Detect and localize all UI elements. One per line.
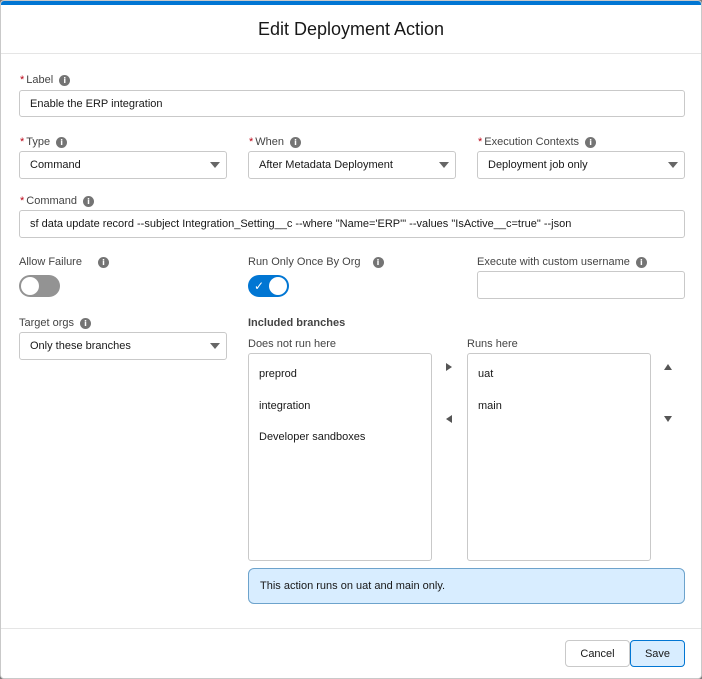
chevron-down-icon: [439, 162, 449, 168]
list-item[interactable]: uat: [478, 368, 493, 380]
branches-notice: This action runs on uat and main only.: [248, 568, 685, 604]
info-icon[interactable]: i: [56, 136, 68, 148]
checkmark-icon: ✓: [254, 279, 265, 293]
when-select-value: After Metadata Deployment: [259, 159, 393, 171]
info-icon[interactable]: i: [372, 256, 384, 268]
modal-header: Edit Deployment Action: [1, 5, 701, 54]
list-item[interactable]: preprod: [259, 368, 297, 380]
command-field-text: Command: [26, 195, 78, 207]
type-select-value: Command: [30, 159, 81, 171]
run-only-once-toggle[interactable]: ✓: [248, 275, 289, 297]
target-orgs-text: Target orgs: [19, 317, 75, 329]
chevron-down-icon: [210, 343, 220, 349]
target-orgs-label: Target orgs i: [19, 317, 92, 329]
selected-list-label: Runs here: [467, 338, 518, 350]
toggle-knob: [21, 277, 39, 295]
required-marker: *: [20, 136, 25, 148]
cancel-button[interactable]: Cancel: [565, 640, 630, 667]
save-button[interactable]: Save: [630, 640, 685, 667]
execution-contexts-field-text: Execution Contexts: [484, 136, 580, 148]
run-only-once-label: Run Only Once By Org i: [248, 256, 384, 268]
list-item[interactable]: Developer sandboxes: [259, 431, 365, 443]
info-icon[interactable]: i: [290, 136, 302, 148]
allow-failure-label: Allow Failure i: [19, 256, 109, 268]
modal-title: Edit Deployment Action: [257, 18, 445, 39]
info-icon[interactable]: i: [97, 256, 109, 268]
required-marker: *: [20, 74, 25, 86]
when-field-text: When: [255, 136, 285, 148]
run-only-once-text: Run Only Once By Org: [248, 256, 361, 268]
list-item[interactable]: integration: [259, 400, 310, 412]
move-down-icon[interactable]: [664, 416, 672, 422]
command-input[interactable]: sf data update record --subject Integrat…: [19, 210, 685, 238]
modal-footer: Cancel Save: [1, 628, 701, 678]
required-marker: *: [249, 136, 254, 148]
execution-contexts-field-label: * Execution Contexts i: [478, 136, 597, 148]
available-branches-listbox[interactable]: preprod integration Developer sandboxes: [248, 353, 432, 561]
label-field-label: * Label i: [20, 74, 71, 86]
type-select[interactable]: Command: [19, 151, 227, 179]
toggle-knob: [269, 277, 287, 295]
available-list-label: Does not run here: [248, 338, 337, 350]
required-marker: *: [478, 136, 483, 148]
allow-failure-text: Allow Failure: [19, 256, 82, 268]
move-right-icon[interactable]: [446, 363, 452, 371]
required-marker: *: [20, 195, 25, 207]
label-field-text: Label: [26, 74, 54, 86]
info-icon[interactable]: i: [80, 317, 92, 329]
execution-contexts-select[interactable]: Deployment job only: [477, 151, 685, 179]
target-orgs-select[interactable]: Only these branches: [19, 332, 227, 360]
info-icon[interactable]: i: [59, 74, 71, 86]
included-branches-heading: Included branches: [248, 317, 346, 329]
custom-username-label: Execute with custom username i: [477, 256, 647, 268]
info-icon[interactable]: i: [635, 256, 647, 268]
when-select[interactable]: After Metadata Deployment: [248, 151, 456, 179]
move-up-icon[interactable]: [664, 364, 672, 370]
label-input[interactable]: Enable the ERP integration: [19, 90, 685, 117]
custom-username-input[interactable]: [477, 271, 685, 299]
selected-branches-listbox[interactable]: uat main: [467, 353, 651, 561]
chevron-down-icon: [210, 162, 220, 168]
chevron-down-icon: [668, 162, 678, 168]
execution-contexts-select-value: Deployment job only: [488, 159, 588, 171]
allow-failure-toggle[interactable]: [19, 275, 60, 297]
info-icon[interactable]: i: [83, 195, 95, 207]
target-orgs-select-value: Only these branches: [30, 340, 131, 352]
when-field-label: * When i: [249, 136, 302, 148]
list-item[interactable]: main: [478, 400, 502, 412]
edit-deployment-action-modal: Edit Deployment Action * Label i Enable …: [0, 0, 702, 679]
type-field-text: Type: [26, 136, 51, 148]
command-field-label: * Command i: [20, 195, 95, 207]
info-icon[interactable]: i: [585, 136, 597, 148]
custom-username-text: Execute with custom username: [477, 256, 630, 268]
type-field-label: * Type i: [20, 136, 68, 148]
move-left-icon[interactable]: [446, 415, 452, 423]
